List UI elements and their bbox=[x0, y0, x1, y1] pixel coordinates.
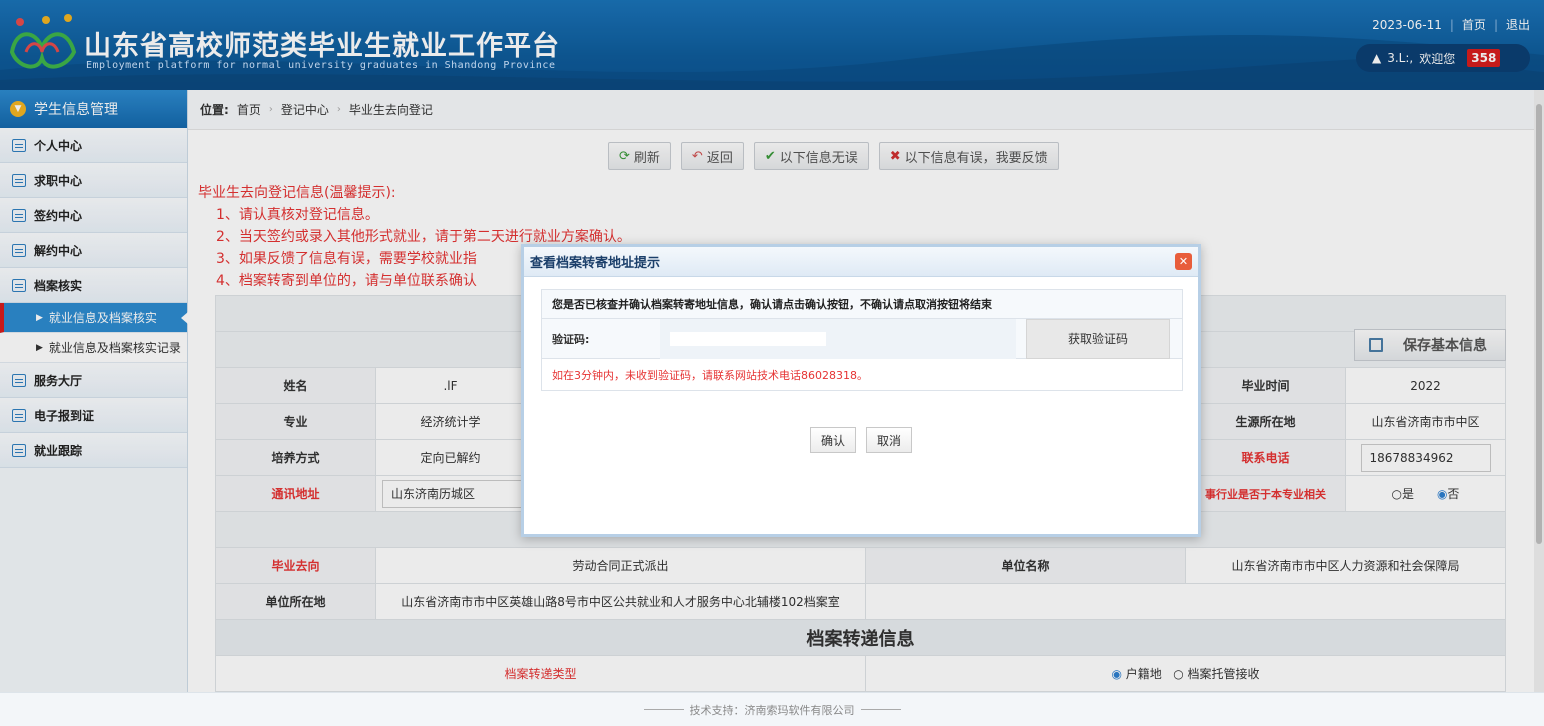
dialog-title: 查看档案转寄地址提示 bbox=[524, 247, 1198, 277]
verification-field bbox=[660, 318, 1016, 359]
divider bbox=[643, 709, 684, 710]
dialog-message: 您是否已核查并确认档案转寄地址信息，确认请点击确认按钮，不确认请点取消按钮将结束 bbox=[541, 289, 1183, 319]
archive-address-dialog: 查看档案转寄地址提示 ✕ 您是否已核查并确认档案转寄地址信息，确认请点击确认按钮… bbox=[521, 244, 1201, 537]
dialog-body: 您是否已核查并确认档案转寄地址信息，确认请点击确认按钮，不确认请点取消按钮将结束… bbox=[541, 289, 1183, 391]
cancel-button[interactable]: 取消 bbox=[866, 427, 913, 453]
footer: 技术支持：济南索玛软件有限公司 bbox=[0, 692, 1544, 726]
close-icon[interactable]: ✕ bbox=[1175, 253, 1192, 270]
footer-text: 技术支持：济南索玛软件有限公司 bbox=[689, 703, 855, 717]
ok-button[interactable]: 确认 bbox=[810, 427, 857, 453]
verification-row: 验证码: 获取验证码 bbox=[541, 318, 1183, 359]
verification-note: 如在3分钟内，未收到验证码，请联系网站技术电话86028318。 bbox=[541, 359, 1183, 391]
verification-input[interactable] bbox=[670, 331, 826, 346]
get-code-button[interactable]: 获取验证码 bbox=[1026, 318, 1170, 359]
verification-label: 验证码: bbox=[552, 332, 590, 346]
divider bbox=[860, 709, 901, 710]
dialog-buttons: 确认 取消 bbox=[810, 427, 913, 453]
